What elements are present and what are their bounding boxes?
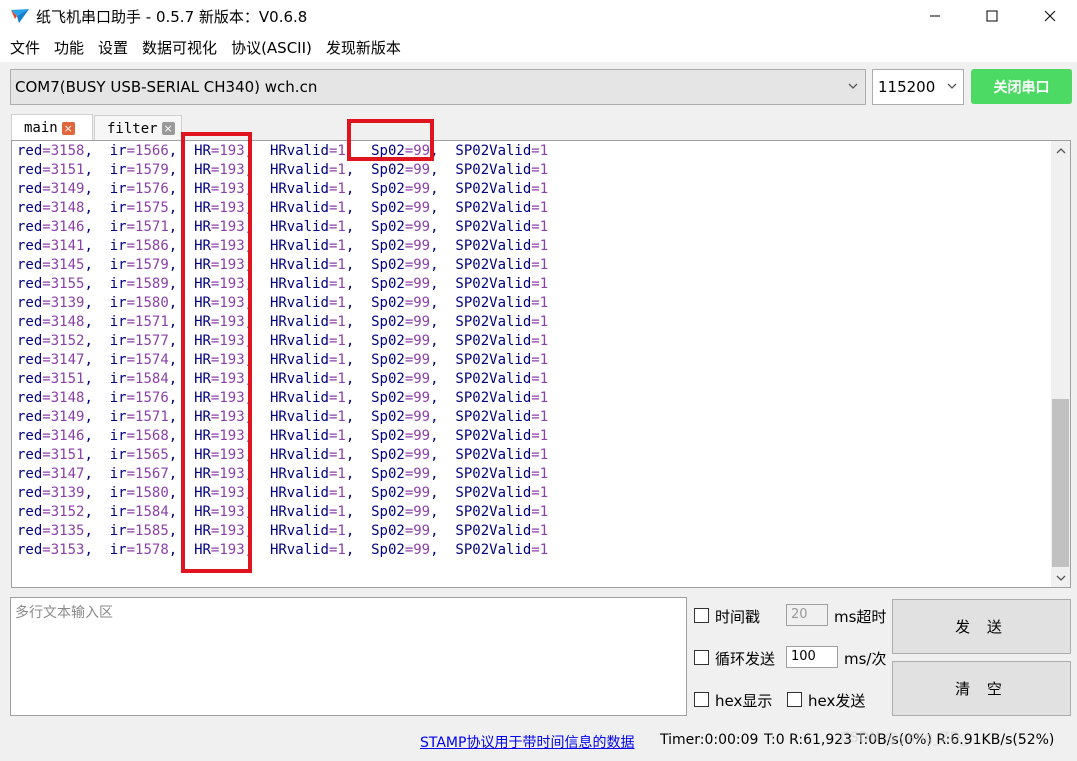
timestamp-checkbox[interactable] <box>694 608 709 623</box>
maximize-button[interactable] <box>969 0 1015 32</box>
clear-button[interactable]: 清 空 <box>892 661 1071 716</box>
hex-send-checkbox[interactable] <box>787 692 802 707</box>
menu-visualization[interactable]: 数据可视化 <box>142 37 217 58</box>
close-window-button[interactable] <box>1027 0 1073 32</box>
scroll-up-button[interactable] <box>1051 141 1070 160</box>
maximize-icon <box>986 10 998 22</box>
title-bar: 纸飞机串口助手 - 0.5.7 新版本：V0.6.8 <box>0 0 1077 32</box>
port-value: COM7(BUSY USB-SERIAL CH340) wch.cn <box>15 78 318 96</box>
window-title: 纸飞机串口助手 - 0.5.7 新版本：V0.6.8 <box>36 8 308 26</box>
vertical-scrollbar[interactable] <box>1051 141 1070 587</box>
output-line: red=3139, ir=1580, HR=193, HRvalid=1, Sp… <box>17 295 549 311</box>
output-line: red=3151, ir=1565, HR=193, HRvalid=1, Sp… <box>17 447 549 463</box>
menu-function[interactable]: 功能 <box>54 37 84 58</box>
output-line: red=3153, ir=1578, HR=193, HRvalid=1, Sp… <box>17 542 549 558</box>
menu-file[interactable]: 文件 <box>10 37 40 58</box>
output-line: red=3139, ir=1580, HR=193, HRvalid=1, Sp… <box>17 485 549 501</box>
chevron-up-icon <box>1056 147 1065 153</box>
timestamp-label: 时间戳 <box>715 608 761 626</box>
menu-new-version[interactable]: 发现新版本 <box>326 37 401 58</box>
input-placeholder: 多行文本输入区 <box>15 605 113 621</box>
output-line: red=3141, ir=1586, HR=193, HRvalid=1, Sp… <box>17 238 549 254</box>
minimize-icon <box>930 15 940 17</box>
output-line: red=3149, ir=1576, HR=193, HRvalid=1, Sp… <box>17 181 549 197</box>
output-line: red=3151, ir=1579, HR=193, HRvalid=1, Sp… <box>17 162 549 178</box>
output-line: red=3155, ir=1589, HR=193, HRvalid=1, Sp… <box>17 276 549 292</box>
loop-send-label: 循环发送 <box>715 650 776 668</box>
timeout-unit: ms超时 <box>834 608 887 626</box>
tab-filter-label: filter <box>107 120 158 137</box>
tab-main[interactable]: main × <box>11 114 93 141</box>
output-line: red=3146, ir=1571, HR=193, HRvalid=1, Sp… <box>17 219 549 235</box>
output-line: red=3135, ir=1585, HR=193, HRvalid=1, Sp… <box>17 523 549 539</box>
hex-display-label: hex显示 <box>715 692 773 710</box>
hex-send-label: hex发送 <box>808 692 866 710</box>
hr-highlight-box <box>181 132 252 573</box>
chevron-down-icon <box>1056 575 1065 581</box>
loop-interval-unit: ms/次 <box>844 650 887 668</box>
send-button[interactable]: 发 送 <box>892 599 1071 654</box>
baud-select[interactable]: 115200 <box>872 69 964 105</box>
stamp-protocol-link[interactable]: STAMP协议用于带时间信息的数据 <box>420 732 634 752</box>
hex-display-checkbox[interactable] <box>694 692 709 707</box>
close-tab-icon[interactable]: × <box>161 122 175 135</box>
port-select[interactable]: COM7(BUSY USB-SERIAL CH340) wch.cn <box>10 69 866 105</box>
close-port-button[interactable]: 关闭串口 <box>971 69 1072 104</box>
timeout-input[interactable]: 20 <box>786 604 828 626</box>
chevron-down-icon <box>947 83 957 89</box>
minimize-button[interactable] <box>912 0 958 32</box>
output-line: red=3149, ir=1571, HR=193, HRvalid=1, Sp… <box>17 409 549 425</box>
output-line: red=3158, ir=1566, HR=193, HRvalid=1, Sp… <box>17 143 549 159</box>
paper-plane-icon <box>11 9 29 23</box>
loop-interval-input[interactable]: 100 <box>786 646 838 668</box>
output-line: red=3147, ir=1567, HR=193, HRvalid=1, Sp… <box>17 466 549 482</box>
scroll-thumb[interactable] <box>1052 399 1069 567</box>
close-icon <box>1044 10 1056 22</box>
tab-main-label: main <box>24 120 58 136</box>
baud-value: 115200 <box>878 78 936 96</box>
send-text-input[interactable]: 多行文本输入区 <box>10 597 687 716</box>
output-line: red=3148, ir=1575, HR=193, HRvalid=1, Sp… <box>17 200 549 216</box>
watermark: CSDN @yang_ZD_ <box>840 730 968 746</box>
output-line: red=3145, ir=1579, HR=193, HRvalid=1, Sp… <box>17 257 549 273</box>
status-timer: Timer:0:00:09 <box>660 732 759 748</box>
output-line: red=3148, ir=1576, HR=193, HRvalid=1, Sp… <box>17 390 549 406</box>
scroll-down-button[interactable] <box>1051 568 1070 587</box>
menu-settings[interactable]: 设置 <box>98 37 128 58</box>
output-lines: red=3158, ir=1566, HR=193, HRvalid=1, Sp… <box>17 142 548 560</box>
spo2-highlight-box <box>347 119 434 161</box>
output-line: red=3152, ir=1584, HR=193, HRvalid=1, Sp… <box>17 504 549 520</box>
output-line: red=3146, ir=1568, HR=193, HRvalid=1, Sp… <box>17 428 549 444</box>
chevron-down-icon <box>848 83 858 89</box>
output-line: red=3147, ir=1574, HR=193, HRvalid=1, Sp… <box>17 352 549 368</box>
output-line: red=3152, ir=1577, HR=193, HRvalid=1, Sp… <box>17 333 549 349</box>
close-tab-icon[interactable]: × <box>61 121 75 135</box>
output-line: red=3151, ir=1584, HR=193, HRvalid=1, Sp… <box>17 371 549 387</box>
loop-send-checkbox[interactable] <box>694 650 709 665</box>
receive-output[interactable]: red=3158, ir=1566, HR=193, HRvalid=1, Sp… <box>11 140 1071 588</box>
menu-protocol[interactable]: 协议(ASCII) <box>231 37 312 58</box>
menu-bar: 文件 功能 设置 数据可视化 协议(ASCII) 发现新版本 <box>0 32 1077 62</box>
tab-filter[interactable]: filter × <box>94 115 182 141</box>
output-line: red=3148, ir=1571, HR=193, HRvalid=1, Sp… <box>17 314 549 330</box>
